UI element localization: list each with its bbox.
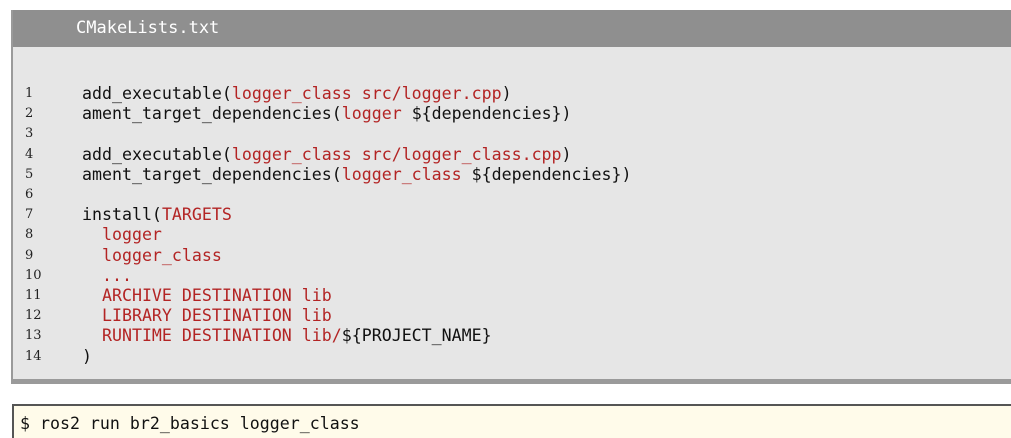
code-line: 3 <box>13 124 1011 144</box>
code-token: ${dependencies}) <box>461 164 632 184</box>
line-number: 10 <box>25 267 42 283</box>
line-number: 14 <box>25 348 42 364</box>
line-number: 13 <box>25 328 42 344</box>
code-text: ) <box>82 347 92 367</box>
code-text: LIBRARY DESTINATION lib <box>82 306 332 326</box>
code-token: ament_target_dependencies( <box>82 104 342 124</box>
line-number: 3 <box>25 126 34 142</box>
code-text: logger_class <box>82 246 222 266</box>
line-number: 7 <box>25 207 34 223</box>
code-token: ${PROJECT_NAME} <box>341 326 492 346</box>
code-token-highlighted: logger <box>341 104 402 124</box>
code-token-highlighted: TARGETS <box>161 205 232 225</box>
code-line: 4 add_executable(logger_class src/logger_… <box>13 145 1011 165</box>
code-text: add_executable(logger_class src/logger_c… <box>82 145 572 165</box>
code-token-highlighted: logger_class <box>341 164 462 184</box>
code-token-highlighted: logger <box>82 225 162 245</box>
code-token: ) <box>82 346 92 366</box>
code-token-highlighted: LIBRARY DESTINATION lib <box>82 306 332 326</box>
code-text: install(TARGETS <box>82 205 232 225</box>
line-number: 9 <box>25 247 34 263</box>
code-line: 7 install(TARGETS <box>13 205 1011 225</box>
line-number: 12 <box>25 308 42 324</box>
line-number: 5 <box>25 166 34 182</box>
code-token: ) <box>561 144 572 164</box>
code-token: add_executable( <box>82 84 232 103</box>
code-token-highlighted: RUNTIME DESTINATION lib/ <box>82 326 342 346</box>
line-number: 11 <box>25 288 42 303</box>
code-line: 14) <box>13 347 1011 367</box>
code-line: 2 ament_target_dependencies(logger ${depe… <box>13 104 1011 124</box>
code-line: 1 add_executable(logger_class src/logger.… <box>13 84 1011 104</box>
code-text: ARCHIVE DESTINATION lib <box>82 286 332 306</box>
line-number: 2 <box>25 106 34 122</box>
code-token: ${dependencies}) <box>401 104 572 124</box>
code-line: 13 RUNTIME DESTINATION lib/${PROJECT_NAM… <box>13 326 1011 346</box>
code-text: logger <box>82 225 162 245</box>
line-number: 8 <box>25 227 34 243</box>
code-line: 10 ... <box>13 266 1011 286</box>
code-line: 8 logger <box>13 225 1011 245</box>
code-line: 6 <box>13 185 1011 205</box>
code-line: 11 ARCHIVE DESTINATION lib <box>13 286 1011 306</box>
listing-filename: CMakeLists.txt <box>76 18 220 38</box>
code-line: 12 LIBRARY DESTINATION lib <box>13 306 1011 326</box>
code-token: add_executable( <box>82 144 232 164</box>
code-token-highlighted: logger_class src/logger.cpp <box>231 84 502 103</box>
code-text: ament_target_dependencies(logger ${depen… <box>82 104 572 124</box>
code-listing: CMakeLists.txt 1 add_executable(logger_cl… <box>11 10 1011 384</box>
terminal-command-box: $ ros2 run br2_basics logger_class <box>12 404 1011 438</box>
code-text: RUNTIME DESTINATION lib/${PROJECT_NAME} <box>82 326 492 346</box>
code-token: install( <box>82 205 162 225</box>
code-token: ) <box>501 84 512 103</box>
code-line: 5 ament_target_dependencies(logger_class … <box>13 165 1011 185</box>
code-token-highlighted: ... <box>82 265 132 285</box>
line-number: 1 <box>25 86 34 101</box>
listing-header: CMakeLists.txt <box>13 10 1011 47</box>
code-token-highlighted: ARCHIVE DESTINATION lib <box>82 286 332 305</box>
code-token: ament_target_dependencies( <box>82 164 342 184</box>
line-number: 6 <box>25 187 34 202</box>
terminal-command: $ ros2 run br2_basics logger_class <box>20 414 360 433</box>
code-token-highlighted: logger_class <box>82 245 222 265</box>
code-text: ... <box>82 266 132 286</box>
code-line: 9 logger_class <box>13 246 1011 266</box>
code-token-highlighted: logger_class src/logger_class.cpp <box>231 144 562 164</box>
line-number: 4 <box>25 146 34 162</box>
code-text: ament_target_dependencies(logger_class $… <box>82 165 631 185</box>
code-text: add_executable(logger_class src/logger.c… <box>82 84 512 104</box>
